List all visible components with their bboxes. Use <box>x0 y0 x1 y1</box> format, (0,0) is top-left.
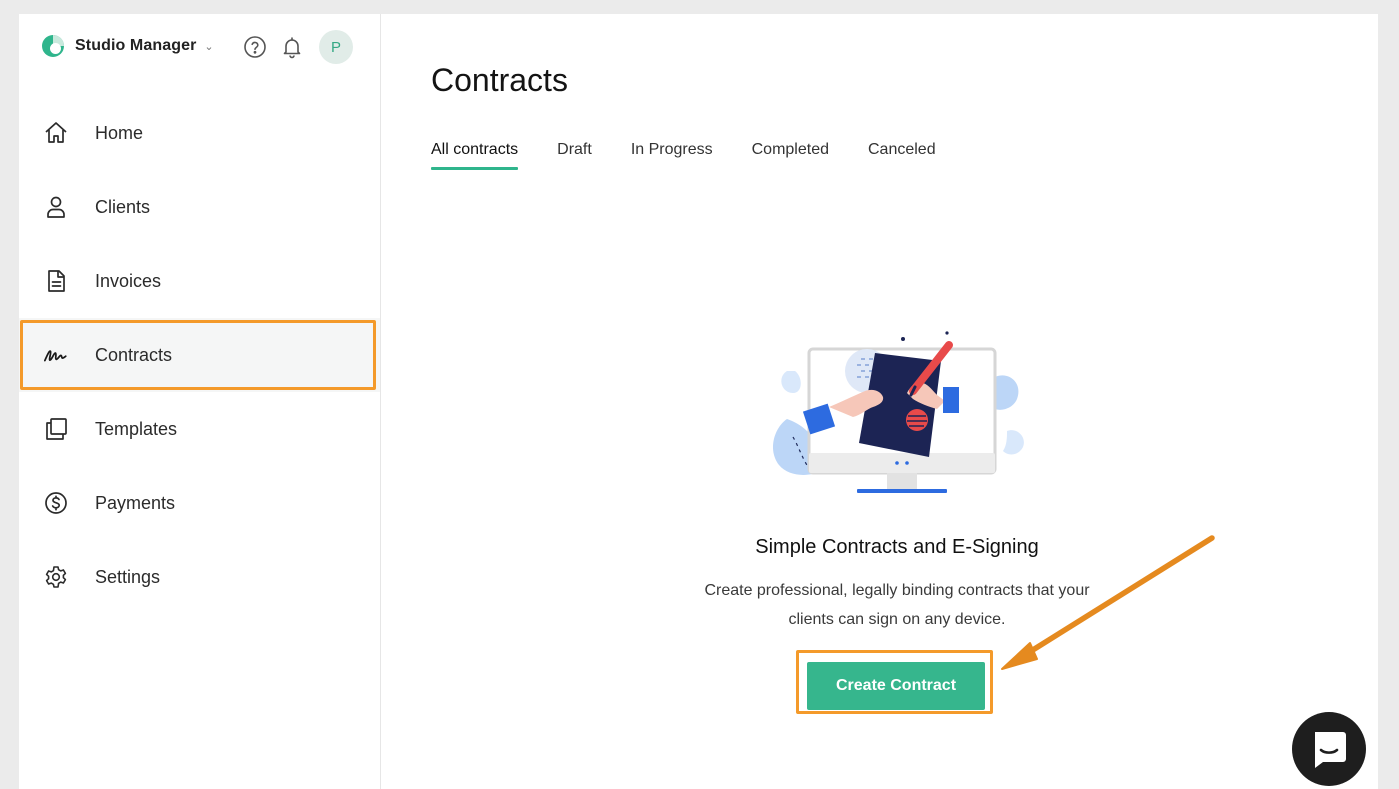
tab-all-contracts[interactable]: All contracts <box>431 141 519 170</box>
sidebar-item-label: Payments <box>95 492 176 513</box>
create-contract-button[interactable]: Create Contract <box>807 662 985 710</box>
copy-icon <box>43 416 69 442</box>
tab-draft[interactable]: Draft <box>557 141 592 169</box>
sidebar-item-settings[interactable]: Settings <box>19 540 380 614</box>
sidebar-item-clients[interactable]: Clients <box>19 170 380 244</box>
sidebar-item-label: Templates <box>95 418 178 439</box>
sidebar-item-label: Contracts <box>95 344 173 365</box>
sidebar-item-home[interactable]: Home <box>19 96 380 170</box>
contract-signing-illustration <box>773 331 1024 493</box>
chat-icon <box>1315 732 1346 768</box>
annotation-arrow <box>1001 535 1215 670</box>
home-icon <box>43 120 69 146</box>
workspace-switcher[interactable]: Studio Manager ⌄ <box>41 34 214 58</box>
help-circle-icon[interactable] <box>243 35 267 59</box>
sidebar-item-label: Home <box>95 122 144 143</box>
dollar-circle-icon <box>43 490 69 516</box>
bell-icon[interactable] <box>280 35 304 59</box>
sidebar-item-payments[interactable]: Payments <box>19 466 380 540</box>
studio-logo-icon <box>42 35 64 57</box>
sidebar-item-label: Clients <box>95 196 151 217</box>
page-title: Contracts <box>431 62 568 98</box>
avatar-initial: P <box>330 38 341 56</box>
chat-launcher-button[interactable] <box>1292 712 1366 786</box>
sidebar-item-invoices[interactable]: Invoices <box>19 244 380 318</box>
create-contract-highlight: Create Contract <box>796 650 993 714</box>
user-icon <box>43 194 69 220</box>
contract-tabs: All contracts Draft In Progress Complete… <box>431 141 975 170</box>
sidebar-item-label: Settings <box>95 566 161 587</box>
chevron-down-icon: ⌄ <box>204 40 214 53</box>
sidebar: Studio Manager ⌄ P Home Clients Invoices… <box>19 14 381 789</box>
workspace-name: Studio Manager <box>75 37 197 54</box>
avatar[interactable]: P <box>319 30 353 64</box>
sidebar-nav: Home Clients Invoices Contracts Template… <box>19 96 380 614</box>
gear-icon <box>43 564 69 590</box>
empty-state-title: Simple Contracts and E-Signing <box>755 536 1039 558</box>
sidebar-item-contracts[interactable]: Contracts <box>19 318 380 392</box>
tab-in-progress[interactable]: In Progress <box>631 141 713 169</box>
sidebar-item-templates[interactable]: Templates <box>19 392 380 466</box>
tab-completed[interactable]: Completed <box>752 141 829 169</box>
sidebar-item-label: Invoices <box>95 270 162 291</box>
document-icon <box>43 268 69 294</box>
tab-canceled[interactable]: Canceled <box>868 141 936 169</box>
signature-icon <box>43 342 69 368</box>
